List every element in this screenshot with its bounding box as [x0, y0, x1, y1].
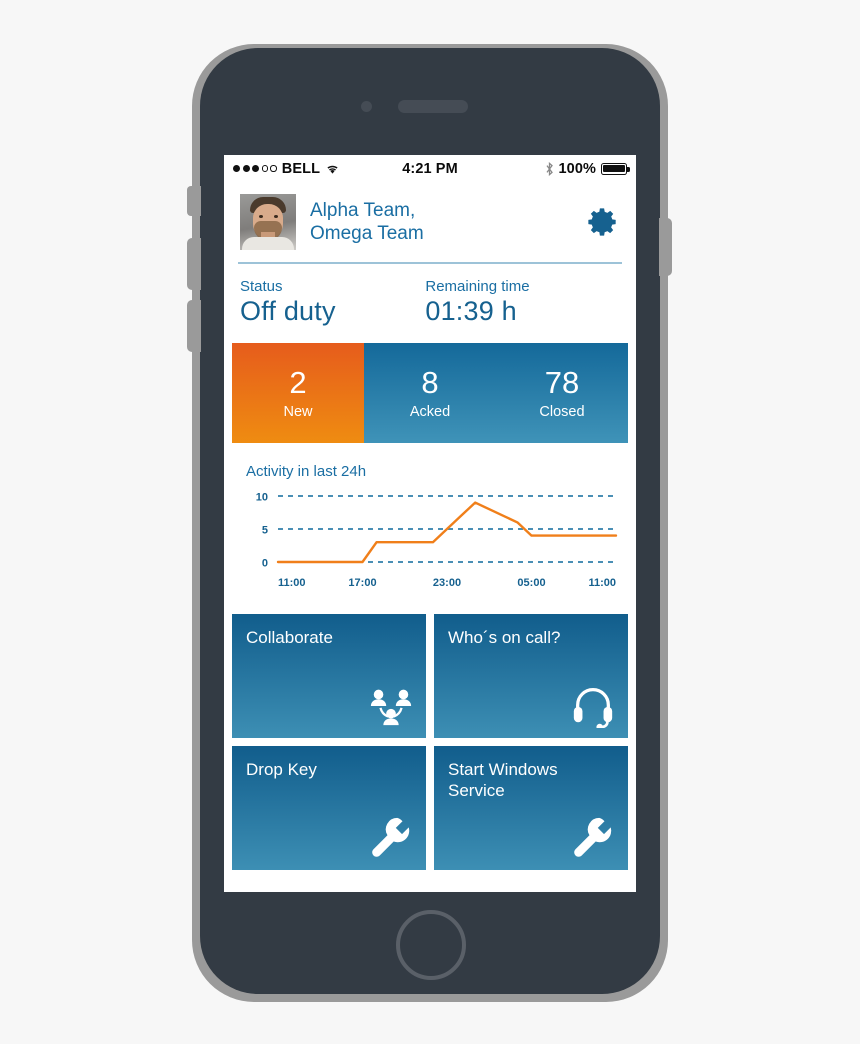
tile-whos-on-call-label: Who´s on call?	[448, 628, 561, 647]
carrier-label: BELL	[281, 160, 321, 177]
mute-switch-button[interactable]	[187, 186, 201, 216]
app-header: Alpha Team, Omega Team	[224, 182, 636, 258]
status-value: Off duty	[240, 296, 336, 326]
remaining-time-label: Remaining time	[425, 278, 530, 295]
counter-closed-value: 78	[544, 365, 580, 400]
tile-drop-key-label: Drop Key	[246, 760, 317, 779]
counter-closed[interactable]: 78 Closed	[496, 343, 628, 443]
svg-text:10: 10	[256, 492, 268, 504]
volume-up-button[interactable]	[187, 238, 201, 290]
counter-new-label: New	[283, 404, 313, 420]
phone-screen: BELL 4:21 PM 100% Alpha Team, Omega Team…	[224, 155, 636, 892]
collaborate-icon	[370, 689, 412, 726]
tile-collaborate[interactable]: Collaborate	[232, 614, 426, 738]
tile-drop-key[interactable]: Drop Key	[232, 746, 426, 870]
svg-text:23:00: 23:00	[433, 577, 461, 589]
tile-collaborate-label: Collaborate	[246, 628, 333, 647]
counter-new[interactable]: 2 New	[232, 343, 364, 443]
status-bar-left: BELL	[233, 161, 402, 177]
duty-status: Status Off duty	[240, 278, 425, 327]
counter-acked-label: Acked	[409, 404, 451, 420]
activity-chart-card: Activity in last 24h 0 5 10 11:00 17:00 23:00…	[232, 451, 628, 604]
battery-full-icon	[601, 162, 630, 175]
earpiece-speaker	[398, 100, 468, 113]
volume-down-button[interactable]	[187, 300, 201, 352]
tile-start-windows-service-label: Start Windows Service	[448, 760, 558, 800]
status-label: Status	[240, 278, 283, 295]
counter-acked-value: 8	[421, 365, 439, 400]
counter-closed-label: Closed	[539, 404, 585, 420]
activity-chart-title: Activity in last 24h	[246, 463, 367, 480]
svg-text:17:00: 17:00	[348, 577, 376, 589]
status-bar: BELL 4:21 PM 100%	[224, 155, 636, 182]
remaining-time-value: 01:39 h	[425, 296, 517, 326]
front-camera-icon	[361, 101, 372, 112]
tile-start-windows-service[interactable]: Start Windows Service	[434, 746, 628, 870]
wrench-icon	[574, 817, 612, 857]
svg-text:11:00: 11:00	[278, 577, 306, 589]
status-bar-right: 100%	[458, 160, 630, 177]
screenshot-canvas: BELL 4:21 PM 100% Alpha Team, Omega Team…	[0, 0, 860, 1044]
wifi-icon	[327, 165, 338, 174]
battery-percent-label: 100%	[558, 160, 596, 177]
alert-counters: 2 New 8 Acked 78 Closed	[232, 343, 628, 443]
counter-new-value: 2	[289, 365, 307, 400]
bluetooth-icon	[545, 161, 553, 176]
team-name-line2: Omega Team	[310, 223, 424, 244]
tile-whos-on-call[interactable]: Who´s on call?	[434, 614, 628, 738]
home-button[interactable]	[396, 910, 466, 980]
status-section: Status Off duty Remaining time 01:39 h	[224, 264, 636, 337]
team-name-line1: Alpha Team,	[310, 200, 416, 221]
remaining-time: Remaining time 01:39 h	[425, 278, 620, 327]
team-name: Alpha Team, Omega Team	[310, 199, 570, 245]
wrench-icon	[372, 817, 410, 857]
power-button[interactable]	[659, 218, 672, 276]
svg-text:0: 0	[262, 558, 268, 570]
svg-text:5: 5	[262, 525, 268, 537]
headset-icon	[573, 688, 613, 728]
action-tiles: Collaborate Who´s on call? Drop Key Star…	[232, 614, 628, 870]
gear-icon[interactable]	[584, 204, 620, 240]
counter-acked[interactable]: 8 Acked	[364, 343, 496, 443]
user-avatar[interactable]	[240, 194, 296, 250]
signal-strength-icon	[233, 165, 277, 172]
svg-text:05:00: 05:00	[517, 577, 545, 589]
clock-label: 4:21 PM	[402, 160, 458, 177]
activity-chart: 0 5 10 11:00 17:00 23:00 05:00 11:00	[256, 492, 618, 589]
svg-text:11:00: 11:00	[588, 577, 616, 589]
